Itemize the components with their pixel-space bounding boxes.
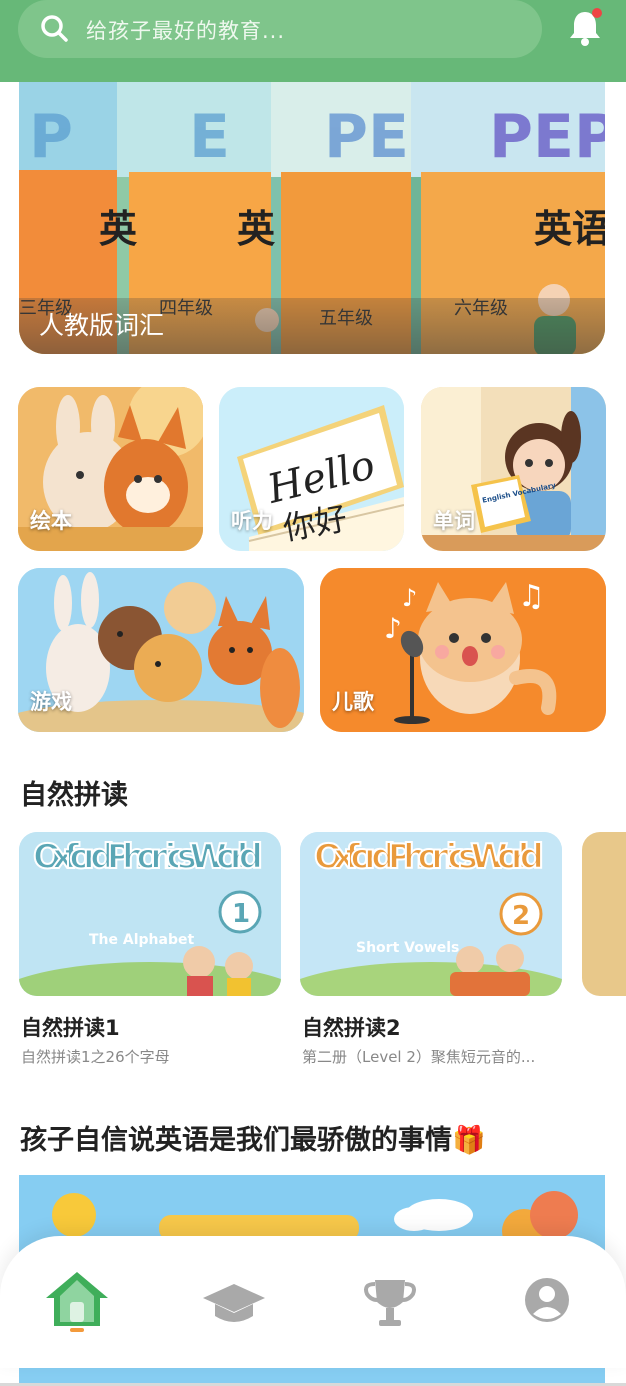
section-title-promo: 孩子自信说英语是我们最骄傲的事情🎁 xyxy=(20,1125,486,1156)
user-icon[interactable] xyxy=(512,1266,582,1336)
svg-text:PE: PE xyxy=(324,102,409,172)
tile-listening[interactable]: Hello 你好 听力 xyxy=(219,387,404,551)
course-cover: Oxford Phonics World The Alphabet 1 xyxy=(19,832,281,996)
tile-label: 游戏 xyxy=(30,690,72,714)
search-icon xyxy=(41,15,68,42)
banner-pep-vocabulary[interactable]: P E PE PEP 英 英 英语 三年级 四年级 五年级 六年级 人教版词汇 xyxy=(19,82,605,354)
oxford-phonics-cover-2: Oxford Phonics World Short Vowels 2 xyxy=(300,832,562,996)
course-name: 自然拼读1 xyxy=(21,1016,120,1040)
bottom-tab-bar xyxy=(0,1236,626,1368)
svg-text:E: E xyxy=(189,102,230,172)
tile-words[interactable]: English Vocabulary 单词 xyxy=(421,387,606,551)
svg-text:英语: 英语 xyxy=(534,206,605,251)
graduation-cap-icon[interactable] xyxy=(199,1266,269,1336)
music-note-icon: ♪ xyxy=(384,612,402,645)
music-note-icon: ♫ xyxy=(518,579,545,614)
svg-text:英: 英 xyxy=(99,206,138,251)
tile-label: 绘本 xyxy=(30,509,72,533)
tile-label: 单词 xyxy=(433,509,475,533)
cover-level: 1 xyxy=(232,899,250,929)
course-card[interactable]: Oxford Phonics World The Alphabet 1 自然拼读… xyxy=(19,832,281,1066)
search-bar[interactable]: 给孩子最好的教育... xyxy=(18,0,542,58)
cover-title: Oxford Phonics World xyxy=(33,837,263,877)
course-cover: Oxford Phonics World Short Vowels 2 xyxy=(300,832,562,996)
top-bar: 给孩子最好的教育... xyxy=(0,0,626,82)
course-card[interactable]: 自 重点 xyxy=(582,832,626,996)
music-note-icon: ♪ xyxy=(402,584,417,612)
course-desc: 自然拼读1之26个字母 xyxy=(21,1048,170,1066)
bell-icon[interactable] xyxy=(566,8,604,48)
course-name: 自然拼读2 xyxy=(302,1016,401,1040)
search-input[interactable]: 给孩子最好的教育... xyxy=(86,15,285,45)
oxford-phonics-cover-1: Oxford Phonics World The Alphabet 1 xyxy=(19,832,281,996)
course-desc: 第二册（Level 2）聚焦短元音的... xyxy=(302,1048,536,1066)
cover-level: 2 xyxy=(512,901,530,931)
svg-text:P: P xyxy=(29,102,73,172)
course-card[interactable]: Oxford Phonics World Short Vowels 2 自然拼读… xyxy=(300,832,562,1066)
tile-picture-book[interactable]: 绘本 xyxy=(18,387,203,551)
svg-text:PEP: PEP xyxy=(489,102,605,172)
cover-title: Oxford Phonics World xyxy=(314,837,544,877)
trophy-icon[interactable] xyxy=(355,1266,425,1336)
tile-games[interactable]: 游戏 xyxy=(18,568,304,732)
course-cover xyxy=(582,832,626,996)
notification-dot xyxy=(592,8,602,18)
cover-subtitle: Short Vowels xyxy=(356,940,459,956)
section-title-phonics: 自然拼读 xyxy=(20,780,128,811)
home-icon[interactable] xyxy=(42,1266,112,1336)
cover-subtitle: The Alphabet xyxy=(89,932,194,948)
tile-nursery-rhymes[interactable]: ♪ ♪ ♫ 儿歌 xyxy=(320,568,606,732)
banner-title: 人教版词汇 xyxy=(39,311,165,340)
active-indicator xyxy=(70,1328,84,1332)
tile-label: 听力 xyxy=(231,509,273,533)
tile-label: 儿歌 xyxy=(332,690,374,714)
svg-text:英: 英 xyxy=(237,206,276,251)
